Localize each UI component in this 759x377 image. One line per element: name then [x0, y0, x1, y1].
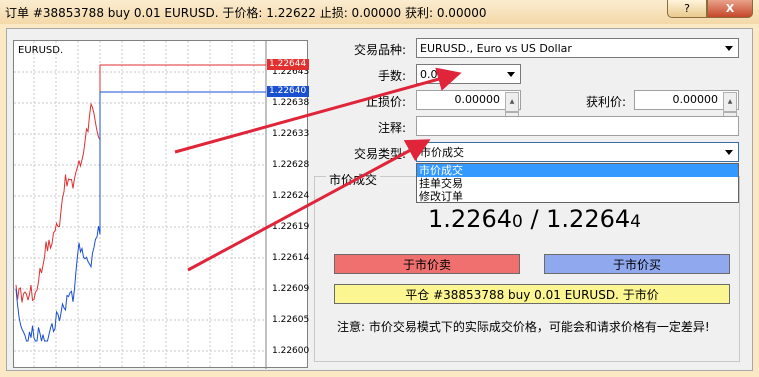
- arrow-to-order-type: [187, 139, 431, 272]
- annotation-arrows: [174, 67, 462, 272]
- arrow-to-volume: [174, 67, 462, 154]
